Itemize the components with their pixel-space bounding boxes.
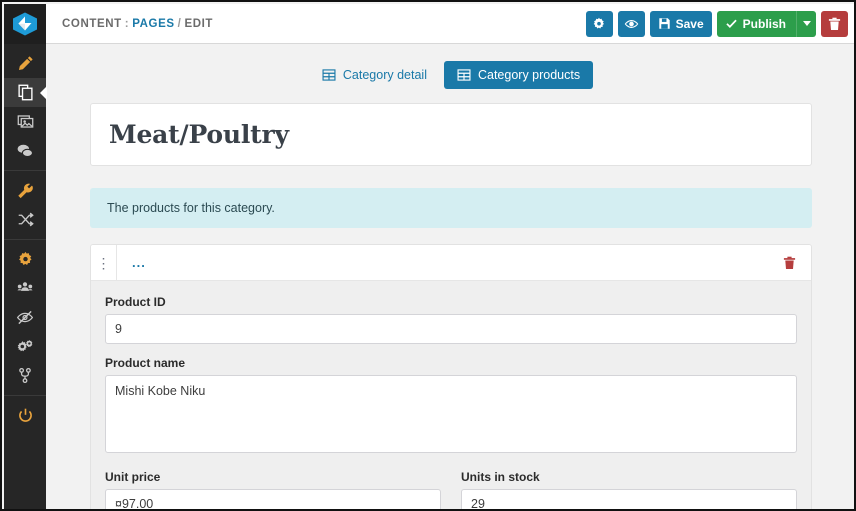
cogs-icon	[17, 340, 33, 352]
comments-icon	[17, 144, 34, 158]
sidebar-item-comments[interactable]	[4, 136, 46, 165]
units-in-stock-label: Units in stock	[461, 470, 540, 484]
publish-button-label: Publish	[742, 16, 786, 31]
gear-icon	[593, 17, 605, 29]
unit-price-input[interactable]	[105, 489, 441, 509]
product-item-header: ⋮ ...	[91, 245, 811, 281]
breadcrumb-section-pages[interactable]: PAGES	[132, 18, 174, 30]
breadcrumb-separator-1: :	[124, 17, 130, 30]
info-banner: The products for this category.	[90, 188, 812, 228]
price-stock-row: Unit price Units in stock	[105, 470, 797, 509]
check-icon	[726, 19, 737, 28]
field-units-in-stock: Units in stock	[461, 470, 797, 509]
eye-slash-icon	[16, 310, 34, 325]
breadcrumb-page-edit: EDIT	[184, 17, 214, 30]
pages-icon	[17, 84, 33, 101]
media-icon	[17, 115, 33, 128]
breadcrumb-root[interactable]: CONTENT	[62, 18, 122, 30]
main-content: Category detail Category products Meat/P…	[46, 45, 854, 509]
publish-split-button: Publish	[716, 10, 816, 37]
save-button[interactable]: Save	[649, 10, 712, 37]
unit-price-label: Unit price	[105, 470, 161, 484]
product-name-textarea[interactable]	[105, 375, 797, 453]
delete-item-button[interactable]	[767, 245, 811, 280]
sidebar-item-redirects[interactable]	[4, 205, 46, 234]
users-icon	[17, 282, 33, 291]
eye-icon	[624, 19, 638, 28]
product-item-body: Product ID Product name Unit price Units…	[91, 281, 811, 509]
settings-button[interactable]	[585, 10, 613, 37]
drag-handle-glyph: ⋮	[96, 254, 111, 271]
tab-bar: Category detail Category products	[46, 45, 854, 103]
floppy-save-icon	[658, 18, 670, 29]
product-id-input[interactable]	[105, 314, 797, 344]
breadcrumb: CONTENT: PAGES / EDIT	[62, 18, 213, 30]
tab-category-detail-label: Category detail	[342, 68, 427, 82]
sidebar-group-system	[4, 239, 46, 395]
sidebar-item-media[interactable]	[4, 107, 46, 136]
page-title: Meat/Poultry	[109, 120, 289, 149]
pagekit-logo-icon	[13, 12, 37, 36]
app-window: CONTENT: PAGES / EDIT Save Publish Categ…	[0, 0, 856, 511]
pencil-icon	[18, 56, 33, 71]
topbar-actions: Save Publish	[585, 10, 848, 37]
tab-category-products-label: Category products	[477, 68, 581, 82]
product-name-label: Product name	[105, 356, 186, 370]
page-title-card: Meat/Poultry	[90, 103, 812, 166]
preview-button[interactable]	[617, 10, 645, 37]
field-unit-price: Unit price	[105, 470, 441, 509]
power-icon	[18, 408, 32, 422]
sidebar-item-logout[interactable]	[4, 401, 46, 430]
field-product-id: Product ID	[105, 295, 797, 344]
chevron-down-icon	[802, 21, 811, 26]
table-icon	[322, 69, 336, 81]
sidebar-item-hidden[interactable]	[4, 303, 46, 332]
sidebar-group-session	[4, 395, 46, 435]
product-item: ⋮ ... Product ID Product name	[90, 244, 812, 509]
table-icon	[457, 69, 471, 81]
save-button-label: Save	[675, 16, 704, 31]
publish-button[interactable]: Publish	[716, 10, 796, 37]
tab-category-products[interactable]: Category products	[443, 61, 594, 89]
breadcrumb-separator-2: /	[177, 17, 182, 30]
app-logo[interactable]	[4, 4, 46, 44]
sidebar-item-versions[interactable]	[4, 361, 46, 390]
sidebar	[4, 4, 47, 509]
field-product-name: Product name	[105, 356, 797, 458]
delete-page-button[interactable]	[821, 10, 848, 37]
tab-category-detail[interactable]: Category detail	[309, 61, 440, 89]
sidebar-group-tools	[4, 170, 46, 239]
sidebar-item-edit[interactable]	[4, 49, 46, 78]
info-banner-text: The products for this category.	[107, 201, 275, 215]
trash-icon	[783, 256, 795, 269]
sidebar-item-pages[interactable]	[4, 78, 47, 107]
sidebar-item-system[interactable]	[4, 332, 46, 361]
sidebar-item-tools[interactable]	[4, 176, 46, 205]
sidebar-item-settings[interactable]	[4, 245, 46, 274]
sidebar-group-content	[4, 44, 47, 170]
product-item-title[interactable]: ...	[117, 245, 767, 280]
product-id-label: Product ID	[105, 295, 166, 309]
sidebar-item-users[interactable]	[4, 274, 46, 303]
code-branch-icon	[19, 367, 31, 384]
drag-handle-icon[interactable]: ⋮	[91, 245, 117, 280]
gear-icon	[18, 251, 32, 266]
trash-icon	[828, 17, 841, 30]
units-in-stock-input[interactable]	[461, 489, 797, 509]
top-bar: CONTENT: PAGES / EDIT Save Publish	[46, 4, 854, 44]
publish-dropdown-toggle[interactable]	[796, 10, 816, 37]
wrench-icon	[17, 183, 33, 199]
shuffle-icon	[18, 212, 34, 227]
